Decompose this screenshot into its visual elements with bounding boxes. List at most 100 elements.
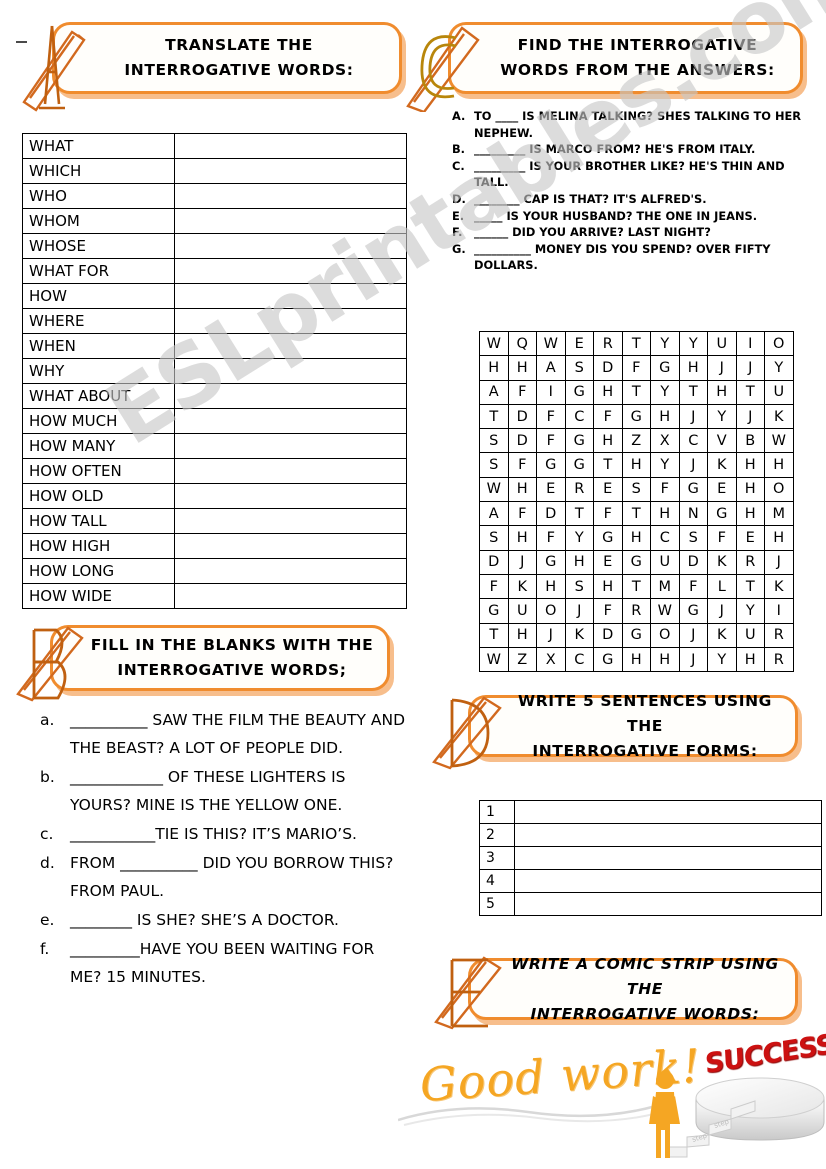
word-search-cell[interactable]: Y <box>564 525 594 551</box>
word-search-cell[interactable]: J <box>507 549 537 575</box>
word-search-cell[interactable]: G <box>621 403 651 430</box>
item-text[interactable]: __________ SAW THE FILM THE BEAUTY AND T… <box>70 706 410 762</box>
word-search-cell[interactable]: S <box>678 525 708 551</box>
word-search-cell[interactable]: T <box>678 379 708 405</box>
word-search-cell[interactable]: K <box>707 452 737 478</box>
word-search-cell[interactable]: G <box>593 525 623 551</box>
word-search-cell[interactable]: G <box>536 549 566 575</box>
answer-cell[interactable] <box>174 583 407 609</box>
word-search-cell[interactable]: Y <box>764 355 794 381</box>
word-search-cell[interactable]: S <box>564 355 594 381</box>
word-search-cell[interactable]: J <box>678 403 708 430</box>
word-search-cell[interactable]: H <box>507 476 537 503</box>
word-search-cell[interactable]: W <box>536 330 566 357</box>
word-search-cell[interactable]: F <box>507 379 537 405</box>
word-search-cell[interactable]: K <box>764 403 794 430</box>
word-search-cell[interactable]: Y <box>650 330 680 357</box>
word-search-cell[interactable]: F <box>621 355 651 381</box>
answer-cell[interactable] <box>174 383 407 409</box>
word-search-cell[interactable]: R <box>593 330 623 357</box>
word-search-cell[interactable]: I <box>764 598 794 624</box>
word-search-cell[interactable]: I <box>536 379 566 405</box>
word-search-cell[interactable]: U <box>507 598 537 624</box>
item-text[interactable]: ____________ OF THESE LIGHTERS IS YOURS?… <box>70 763 410 819</box>
word-search-cell[interactable]: W <box>479 476 509 503</box>
sentence-cell[interactable] <box>514 869 822 893</box>
word-search-cell[interactable]: Z <box>507 646 537 673</box>
word-search-cell[interactable]: R <box>735 549 765 575</box>
word-search-cell[interactable]: G <box>650 355 680 381</box>
word-search-cell[interactable]: G <box>593 646 623 673</box>
word-search-cell[interactable]: G <box>564 428 594 454</box>
word-search-cell[interactable]: G <box>564 452 594 478</box>
word-search-cell[interactable]: I <box>735 330 765 357</box>
word-search-cell[interactable]: T <box>735 379 765 405</box>
word-search-cell[interactable]: U <box>650 549 680 575</box>
word-search-cell[interactable]: B <box>735 428 765 454</box>
word-search-cell[interactable]: G <box>564 379 594 405</box>
answer-cell[interactable] <box>174 458 407 484</box>
word-search-cell[interactable]: D <box>593 355 623 381</box>
word-search-cell[interactable]: R <box>764 646 794 673</box>
word-search-cell[interactable]: G <box>621 622 651 648</box>
word-search-cell[interactable]: H <box>650 403 680 430</box>
word-search-cell[interactable]: E <box>536 476 566 503</box>
word-search-cell[interactable]: H <box>621 452 651 478</box>
word-search-cell[interactable]: J <box>707 355 737 381</box>
answer-cell[interactable] <box>174 483 407 509</box>
word-search-cell[interactable]: G <box>678 598 708 624</box>
item-text[interactable]: _____ IS YOUR HUSBAND? THE ONE IN JEANS. <box>474 208 812 225</box>
word-search-cell[interactable]: E <box>593 549 623 575</box>
word-search-cell[interactable]: J <box>678 452 708 478</box>
word-search-cell[interactable]: T <box>621 379 651 405</box>
word-search-cell[interactable]: F <box>678 573 708 600</box>
word-search-cell[interactable]: T <box>564 501 594 527</box>
word-search-cell[interactable]: M <box>764 501 794 527</box>
answer-cell[interactable] <box>174 283 407 309</box>
word-search-cell[interactable]: H <box>593 379 623 405</box>
answer-cell[interactable] <box>174 183 407 209</box>
word-search-cell[interactable]: D <box>593 622 623 648</box>
word-search-cell[interactable]: G <box>678 476 708 503</box>
answer-cell[interactable] <box>174 133 407 159</box>
word-search-cell[interactable]: U <box>707 330 737 357</box>
word-search-cell[interactable]: U <box>735 622 765 648</box>
word-search-cell[interactable]: H <box>479 355 509 381</box>
word-search-cell[interactable]: J <box>764 549 794 575</box>
word-search-cell[interactable]: Y <box>650 452 680 478</box>
word-search-cell[interactable]: K <box>564 622 594 648</box>
word-search-cell[interactable]: H <box>507 355 537 381</box>
item-text[interactable]: _________ IS YOUR BROTHER LIKE? HE'S THI… <box>474 158 812 191</box>
item-text[interactable]: TO ____ IS MELINA TALKING? SHES TALKING … <box>474 108 812 141</box>
word-search-cell[interactable]: A <box>479 379 509 405</box>
word-search-cell[interactable]: X <box>650 428 680 454</box>
answer-cell[interactable] <box>174 533 407 559</box>
item-text[interactable]: ___________TIE IS THIS? IT’S MARIO’S. <box>70 820 410 848</box>
word-search-cell[interactable]: M <box>650 573 680 600</box>
word-search-cell[interactable]: H <box>735 646 765 673</box>
answer-cell[interactable] <box>174 433 407 459</box>
word-search-cell[interactable]: T <box>479 622 509 648</box>
word-search-cell[interactable]: F <box>707 525 737 551</box>
word-search-cell[interactable]: Q <box>507 330 537 357</box>
answer-cell[interactable] <box>174 333 407 359</box>
word-search-cell[interactable]: J <box>735 403 765 430</box>
word-search-cell[interactable]: Z <box>621 428 651 454</box>
word-search-cell[interactable]: H <box>507 525 537 551</box>
word-search-cell[interactable]: E <box>564 330 594 357</box>
word-search-cell[interactable]: H <box>507 622 537 648</box>
word-search-cell[interactable]: J <box>678 646 708 673</box>
word-search-cell[interactable]: W <box>479 646 509 673</box>
answer-cell[interactable] <box>174 408 407 434</box>
word-search-cell[interactable]: D <box>536 501 566 527</box>
word-search-cell[interactable]: D <box>507 403 537 430</box>
word-search-cell[interactable]: G <box>707 501 737 527</box>
word-search-cell[interactable]: K <box>507 573 537 600</box>
answer-cell[interactable] <box>174 258 407 284</box>
word-search-cell[interactable]: Y <box>707 403 737 430</box>
word-search-cell[interactable]: D <box>678 549 708 575</box>
word-search-cell[interactable]: H <box>735 476 765 503</box>
answer-cell[interactable] <box>174 158 407 184</box>
word-search-cell[interactable]: C <box>564 646 594 673</box>
word-search-cell[interactable]: O <box>536 598 566 624</box>
